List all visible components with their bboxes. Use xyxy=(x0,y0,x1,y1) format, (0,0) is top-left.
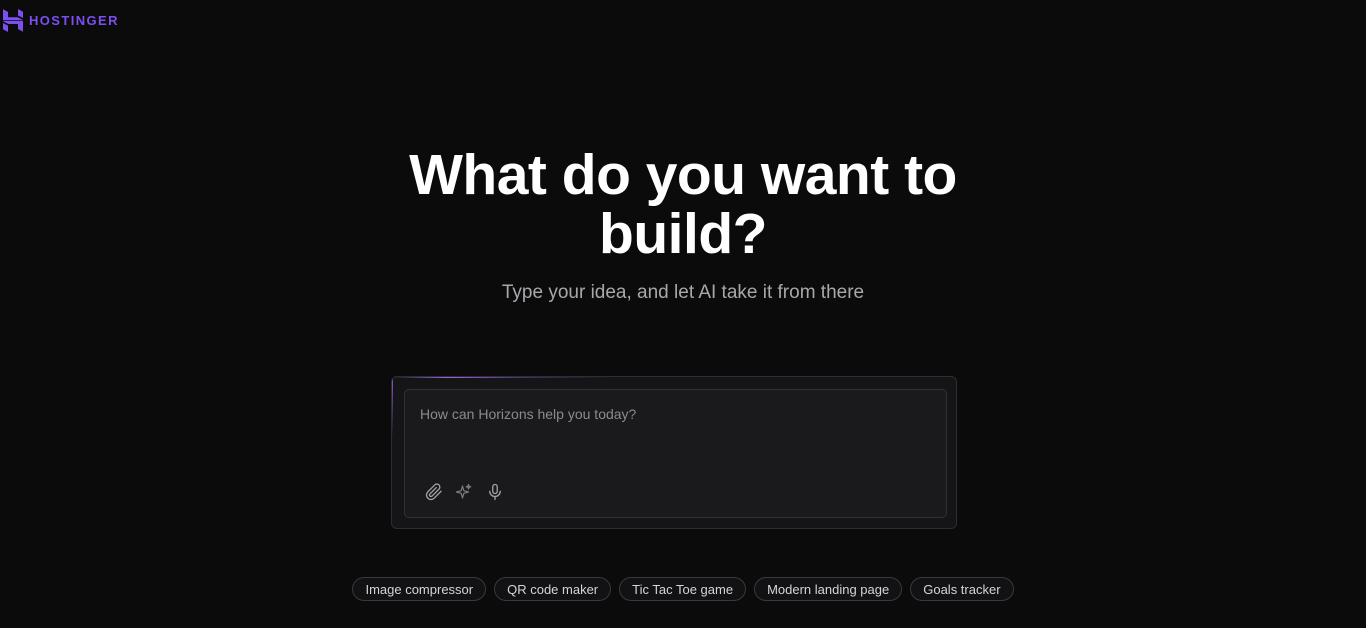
brand-name: HOSTINGER xyxy=(29,13,119,28)
sparkles-icon xyxy=(455,483,472,499)
hero-title-line-1: What do you want to xyxy=(409,143,957,207)
suggestion-chip-goals-tracker[interactable]: Goals tracker xyxy=(910,577,1014,601)
page: HOSTINGER What do you want to build? Typ… xyxy=(0,0,1366,628)
microphone-icon xyxy=(489,483,501,501)
prompt-box xyxy=(404,389,947,518)
hero-title: What do you want to build? xyxy=(0,146,1366,264)
voice-input-button[interactable] xyxy=(483,480,507,504)
suggestion-chip-modern-landing-page[interactable]: Modern landing page xyxy=(754,577,903,601)
prompt-card-glow xyxy=(392,377,612,378)
suggestion-chip-tic-tac-toe-game[interactable]: Tic Tac Toe game xyxy=(619,577,747,601)
prompt-card-glow-left xyxy=(392,377,393,437)
hostinger-logo[interactable]: HOSTINGER xyxy=(3,9,119,32)
hostinger-logo-icon xyxy=(3,9,23,32)
prompt-input[interactable] xyxy=(420,406,920,446)
hero-subtitle: Type your idea, and let AI take it from … xyxy=(501,282,865,303)
suggestion-chips: Image compressor QR code maker Tic Tac T… xyxy=(0,577,1366,601)
attach-button[interactable] xyxy=(422,480,446,504)
suggestion-chip-image-compressor[interactable]: Image compressor xyxy=(352,577,487,601)
hero-title-line-2: build? xyxy=(599,202,767,266)
enhance-prompt-button[interactable] xyxy=(452,480,476,504)
prompt-card xyxy=(391,376,957,529)
suggestion-chip-qr-code-maker[interactable]: QR code maker xyxy=(494,577,612,601)
paperclip-icon xyxy=(425,483,442,501)
